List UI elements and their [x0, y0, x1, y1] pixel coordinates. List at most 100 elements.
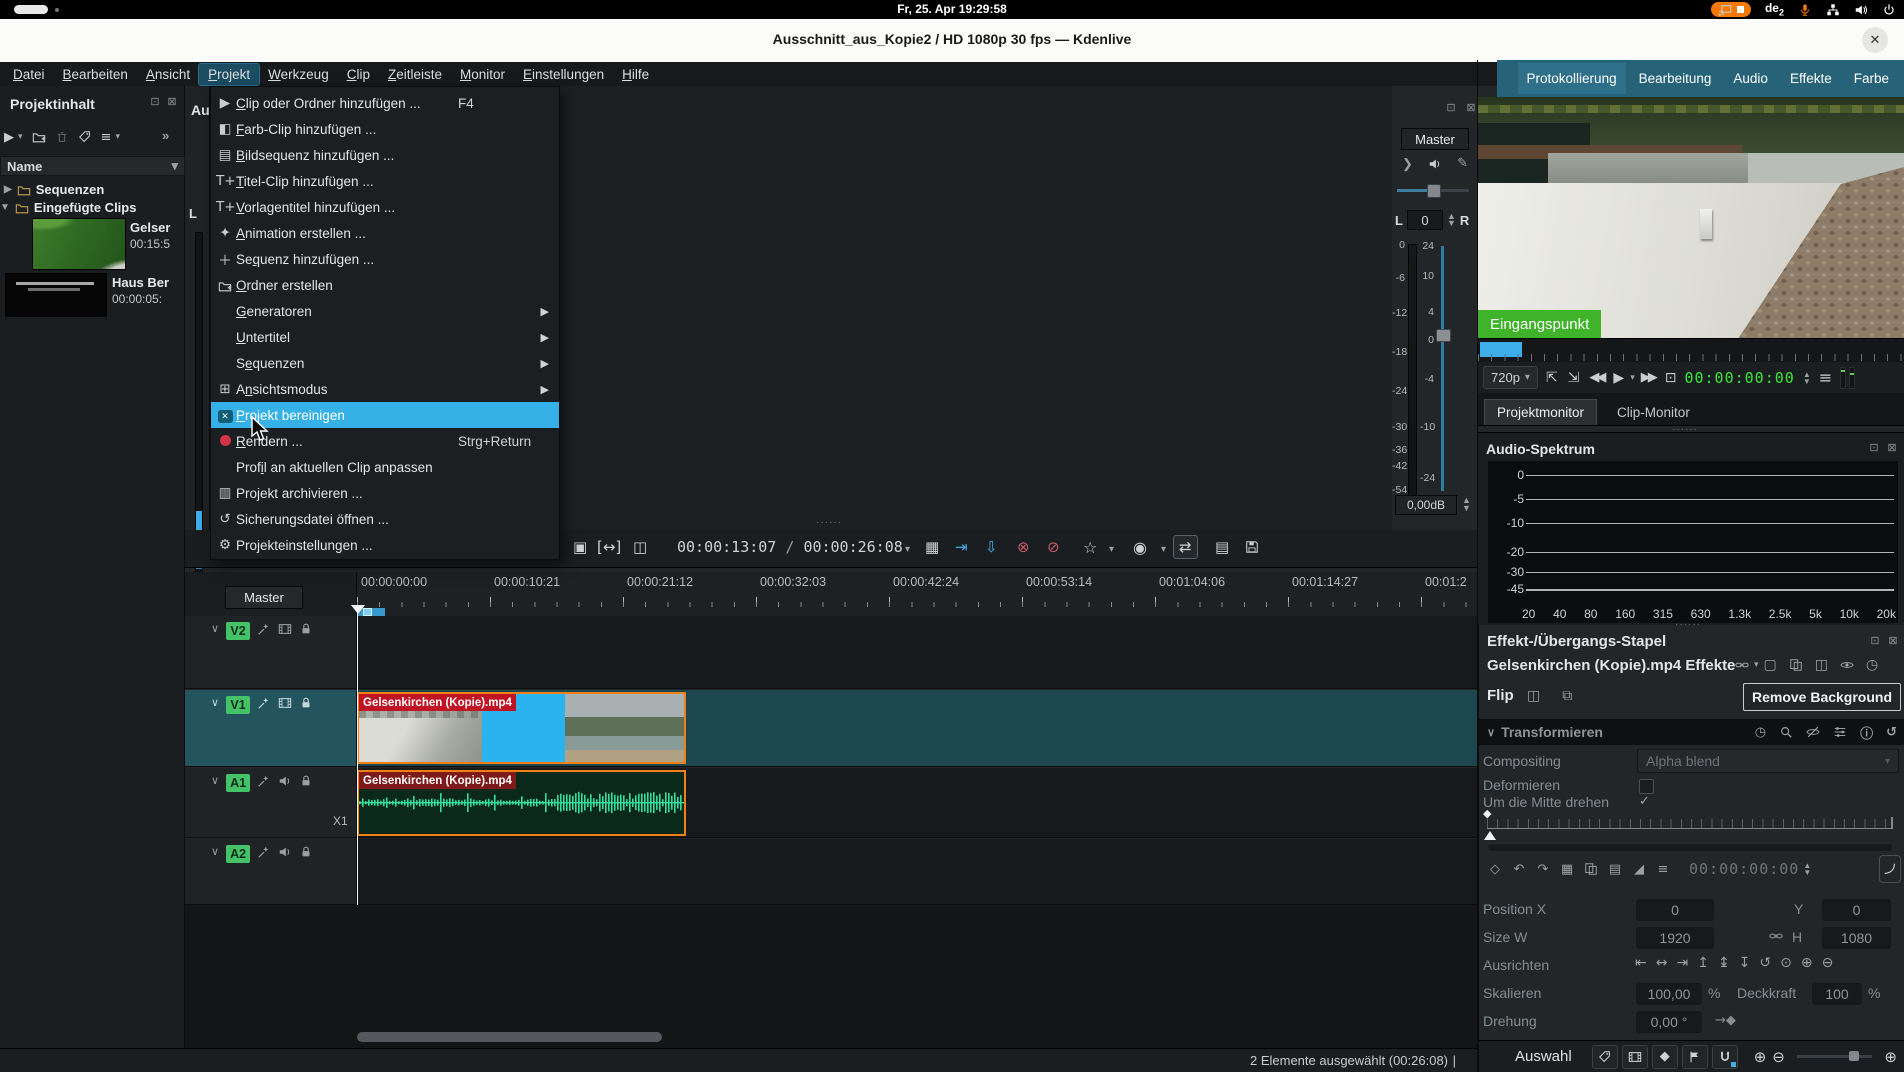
timeline-zoom-slider[interactable] — [1797, 1055, 1873, 1058]
effects-wand-icon[interactable] — [257, 622, 271, 636]
zone-out-icon[interactable]: ⇲ — [1568, 370, 1580, 386]
scale-field[interactable]: 100,00 — [1636, 983, 1702, 1005]
menu-item-projekteinstellungen[interactable]: ⚙Projekteinstellungen ... — [211, 532, 559, 558]
menu-item-vorlagentitel-hinzufügen[interactable]: T+Vorlagentitel hinzufügen ... — [211, 194, 559, 220]
dock-splitter-handle[interactable]: ······ — [1675, 619, 1701, 630]
workspace-tab-bearbeitung[interactable]: Bearbeitung — [1630, 63, 1721, 94]
spinner-arrows-icon[interactable]: ▲▼ — [1462, 496, 1471, 512]
new-folder-icon[interactable] — [32, 130, 46, 144]
lock-icon[interactable] — [299, 774, 313, 788]
info-icon[interactable]: ⓘ — [1860, 723, 1873, 742]
flag-icon-button[interactable] — [1682, 1045, 1708, 1069]
float-panel-icon[interactable]: ⊡ — [1866, 440, 1882, 454]
align-vcenter-icon[interactable]: ↨ — [1718, 955, 1730, 971]
playhead-marker[interactable] — [351, 605, 365, 614]
clip-name[interactable]: Haus Ber — [112, 275, 185, 290]
spinner-arrows-icon[interactable]: ▲▼ — [1447, 213, 1456, 227]
effects-wand-icon[interactable] — [257, 696, 271, 710]
dropdown-arrow[interactable]: ▾ — [1630, 373, 1635, 383]
menubar-item-hilfe[interactable]: Hilfe — [613, 64, 658, 85]
distort-checkbox[interactable] — [1639, 779, 1654, 794]
float-panel-icon[interactable]: ⊡ — [1443, 100, 1459, 114]
network-icon[interactable] — [1826, 3, 1840, 17]
extract-zone-icon[interactable]: ⊗ — [1017, 538, 1030, 556]
fit-zoom-icon[interactable]: [↔] — [597, 538, 621, 556]
panel-divider[interactable] — [1477, 60, 1478, 1072]
mic-icon[interactable] — [1798, 3, 1812, 17]
keyframe-playhead-marker[interactable] — [1484, 831, 1496, 840]
film-icon-button[interactable] — [1622, 1045, 1648, 1069]
toolbar-overflow-button[interactable]: » — [162, 128, 169, 143]
chevron-down-icon[interactable]: ∨ — [211, 845, 219, 858]
float-panel-icon[interactable]: ⊡ — [1867, 633, 1883, 647]
align-bottom-icon[interactable]: ↧ — [1739, 955, 1751, 971]
menu-item-sequenzen[interactable]: Sequenzen▶ — [211, 350, 559, 376]
transform-section-header[interactable]: ∨ Transformieren ◷ⓘ↺ — [1479, 719, 1904, 745]
monitor-tab-clip-monitor[interactable]: Clip-Monitor — [1605, 400, 1702, 425]
eye-icon[interactable] — [1840, 657, 1854, 673]
link-icon[interactable] — [1735, 657, 1749, 673]
flip-effect-name[interactable]: Flip — [1487, 687, 1514, 704]
sliders-icon[interactable] — [1833, 723, 1847, 742]
record-icon[interactable]: ◉ — [1133, 538, 1147, 557]
project-monitor-video[interactable]: Eingangspunkt — [1478, 97, 1904, 338]
size-w-field[interactable]: 1920 — [1636, 927, 1714, 949]
track-v2[interactable]: ∨ V2 — [185, 616, 1478, 689]
menubar-item-bearbeiten[interactable]: Bearbeiten — [54, 64, 137, 85]
audio-track-icon[interactable] — [278, 845, 292, 859]
master-gain-slider-handle[interactable] — [1436, 329, 1451, 342]
track-badge[interactable]: V1 — [226, 696, 250, 714]
menubar-item-monitor[interactable]: Monitor — [451, 64, 514, 85]
view-options-icon[interactable]: ≡ — [101, 130, 112, 145]
favorite-effects-icon[interactable]: ☆ — [1083, 538, 1097, 557]
volume-slider-track[interactable] — [1397, 189, 1469, 192]
menu-item-farb-clip-hinzufügen[interactable]: ◧Farb-Clip hinzufügen ... — [211, 116, 559, 142]
dropdown-arrow[interactable]: ▾ — [905, 544, 910, 555]
compare-icon[interactable]: ◫ — [1815, 657, 1828, 673]
lock-icon[interactable] — [299, 622, 313, 636]
dropdown-arrow[interactable]: ▾ — [18, 132, 23, 142]
lock-icon[interactable] — [299, 696, 313, 710]
overwrite-zone-icon[interactable]: ⇩ — [985, 538, 998, 556]
monitor-menu-icon[interactable]: ≡ — [1819, 368, 1832, 387]
window-close-button[interactable]: ✕ — [1862, 27, 1888, 53]
keyframe-curve-button[interactable] — [1879, 855, 1901, 883]
clip-thumbnail[interactable] — [6, 274, 106, 316]
audio-track-icon[interactable] — [278, 774, 292, 788]
delete-zone-icon[interactable]: ⊘ — [1047, 538, 1060, 556]
menu-item-profil-an-aktuellen-clip-anpassen[interactable]: Profil an aktuellen Clip anpassen — [211, 454, 559, 480]
close-panel-icon[interactable]: ⊠ — [164, 94, 180, 108]
edit-mode-icon[interactable]: ▣ — [573, 538, 587, 556]
undo-icon[interactable]: ↺ — [1886, 723, 1897, 742]
timeline-empty-area[interactable] — [185, 905, 1478, 1048]
menubar-item-datei[interactable]: Datei — [4, 64, 54, 85]
size-h-field[interactable]: 1080 — [1822, 927, 1891, 949]
effects-wand-icon[interactable] — [257, 845, 271, 859]
dropdown-arrow[interactable]: ▾ — [1754, 657, 1759, 673]
zoom-out-icon[interactable]: ⊖ — [1772, 1048, 1785, 1066]
keyframe-zoom-groove[interactable] — [1487, 843, 1893, 852]
menubar-item-clip[interactable]: Clip — [338, 64, 379, 85]
zoom-out-icon[interactable]: ⊖ — [1822, 955, 1834, 971]
ease-icon[interactable]: ◢ — [1627, 862, 1651, 877]
zoom-icon[interactable] — [1779, 723, 1793, 742]
keyboard-layout[interactable]: de2 — [1765, 1, 1784, 17]
link-icon[interactable] — [1769, 929, 1783, 943]
close-panel-icon[interactable]: ⊠ — [1884, 440, 1900, 454]
flip-horizontal-icon[interactable]: ◫ — [1527, 688, 1540, 704]
monitor-timecode[interactable]: 00:00:00:00 — [1684, 369, 1794, 387]
expand-icon[interactable]: ❯ — [1402, 156, 1413, 172]
menu-item-untertitel[interactable]: Untertitel▶ — [211, 324, 559, 350]
menubar-item-einstellungen[interactable]: Einstellungen — [514, 64, 613, 85]
balance-value-field[interactable]: 0 — [1407, 210, 1443, 230]
delete-icon[interactable] — [55, 130, 69, 144]
copy-icon[interactable] — [1789, 657, 1803, 673]
bin-column-header[interactable]: Name ▾ — [0, 156, 185, 176]
compositing-dropdown[interactable]: Alpha blend ▾ — [1637, 749, 1899, 773]
effects-wand-icon[interactable] — [257, 774, 271, 788]
timeline-video-clip[interactable]: Gelsenkirchen (Kopie).mp4 — [357, 692, 686, 764]
timeline-master-button[interactable]: Master — [225, 586, 303, 609]
position-x-field[interactable]: 0 — [1636, 899, 1714, 921]
forward-icon[interactable]: ▶▶ — [1641, 370, 1655, 385]
rotation-field[interactable]: 0,00 ° — [1636, 1011, 1702, 1033]
